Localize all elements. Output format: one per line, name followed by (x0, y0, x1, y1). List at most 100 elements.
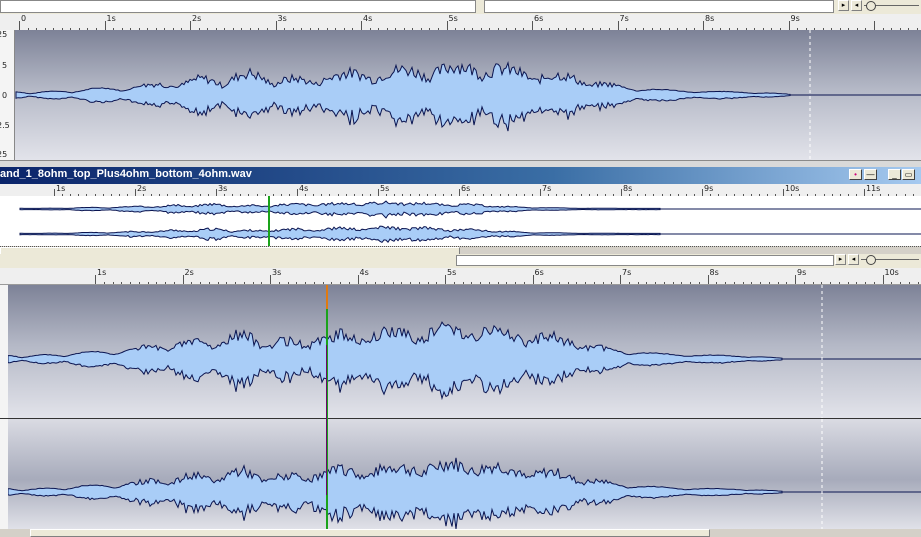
ruler-tick (275, 21, 277, 30)
ruler-tick (617, 21, 619, 30)
ruler-tick (838, 282, 840, 284)
ruler-tick (751, 282, 753, 284)
ruler-tick (462, 282, 464, 284)
ruler-tick (874, 21, 875, 30)
scroll-left-icon[interactable]: ◂ (848, 254, 859, 265)
ruler-tick (182, 275, 184, 284)
ruler-label: 6s (534, 268, 544, 277)
lower-toolbar-field[interactable] (456, 255, 834, 266)
toolbar-field[interactable] (0, 0, 476, 13)
ruler-tick (733, 282, 735, 284)
ruler-label: 1s (106, 14, 116, 23)
ruler-label: 9s (790, 14, 800, 23)
ruler-tick (361, 21, 362, 30)
ruler-label: 6s (534, 14, 544, 23)
ruler-tick (515, 282, 516, 284)
ruler-label: 6s (461, 184, 471, 193)
timeline-ruler-lower[interactable]: 1s 2s 3s 4s 5s 6s 7s 8s 9s 10s (0, 268, 921, 285)
ruler-tick (278, 282, 280, 284)
ruler-tick (252, 282, 254, 284)
ruler-tick (621, 189, 622, 196)
ruler-tick (628, 282, 630, 284)
ruler-label: 5s (447, 268, 457, 277)
ruler-label: 0 (21, 14, 27, 23)
waveform-channel-2 (8, 419, 921, 529)
ruler-tick (322, 282, 324, 284)
ruler-label: 2s (137, 184, 147, 193)
ruler-tick (340, 282, 341, 284)
scrollbar-thumb[interactable] (30, 529, 710, 537)
minimize-icon[interactable]: _ (888, 169, 901, 180)
ruler-tick (459, 189, 460, 196)
ruler-tick (270, 275, 271, 284)
playhead-cursor-purple[interactable] (326, 345, 327, 495)
ruler-tick (147, 282, 149, 284)
scroll-right-icon[interactable]: ▸ (838, 0, 849, 11)
ruler-tick (446, 21, 448, 30)
ruler-tick (760, 282, 761, 284)
ruler-tick (856, 282, 858, 284)
waveform-pane-channel-2[interactable] (0, 419, 921, 529)
ruler-tick (646, 282, 648, 284)
ruler-tick (200, 282, 201, 284)
ruler-tick (703, 21, 704, 30)
ruler-tick (523, 282, 525, 284)
ruler-tick (602, 282, 604, 284)
overview-pane[interactable] (0, 196, 921, 246)
ruler-tick (445, 275, 446, 284)
ruler-label: 9s (704, 184, 714, 193)
zoom-slider-handle[interactable] (866, 255, 876, 265)
waveform-shape (15, 60, 791, 132)
ruler-tick (130, 282, 131, 284)
ruler-tick (392, 282, 394, 284)
scroll-right-icon[interactable]: ▸ (835, 254, 846, 265)
zoom-slider-handle[interactable] (866, 1, 876, 11)
ruler-tick (698, 282, 700, 284)
ruler-tick (104, 21, 106, 30)
ruler-label: 7s (542, 184, 552, 193)
waveform-pane-channel-1[interactable] (0, 285, 921, 418)
ruler-tick (541, 282, 543, 284)
ruler-tick (873, 282, 875, 284)
ruler-tick (366, 282, 368, 284)
ruler-tick (401, 282, 403, 284)
ruler-tick (917, 282, 919, 284)
ruler-tick (216, 189, 217, 196)
ruler-tick (191, 282, 193, 284)
top-toolbar-strip: ▸ ◂ (0, 0, 921, 15)
dash-icon[interactable]: — (864, 169, 877, 180)
toolbar-field-2[interactable] (484, 0, 834, 13)
ruler-tick (471, 282, 473, 284)
waveform-shape (19, 200, 661, 219)
marker-icon[interactable]: • (849, 169, 862, 180)
restore-icon[interactable]: ▭ (902, 169, 915, 180)
ruler-tick (908, 282, 910, 284)
ruler-tick (217, 282, 219, 284)
waveform-pane-top[interactable] (0, 30, 921, 160)
ruler-label: 7s (622, 268, 632, 277)
ruler-tick (891, 282, 893, 284)
waveform-shape (8, 457, 783, 529)
ruler-tick (19, 21, 20, 30)
bottom-scrollbar[interactable] (0, 529, 921, 537)
playhead-cursor-orange[interactable] (326, 285, 328, 309)
ruler-tick (480, 282, 481, 284)
ruler-tick (725, 282, 726, 284)
ruler-tick (690, 282, 691, 284)
scroll-left-icon[interactable]: ◂ (851, 0, 862, 11)
playhead-cursor-overview[interactable] (268, 196, 270, 246)
ruler-label: 7s (619, 14, 629, 23)
ruler-label: 11s (866, 184, 881, 193)
ruler-label: 8s (705, 14, 715, 23)
window-title-bar[interactable]: and_1_8ohm_top_Plus4ohm_bottom_4ohm.wav … (0, 167, 921, 184)
ruler-tick (702, 189, 703, 196)
ruler-tick (418, 282, 420, 284)
ruler-label: 3s (272, 268, 282, 277)
ruler-tick (585, 282, 586, 284)
ruler-tick (135, 189, 136, 196)
ruler-tick (138, 282, 140, 284)
ruler-tick (427, 282, 429, 284)
amplitude-label: 2.5 (0, 121, 10, 130)
ruler-tick (576, 282, 578, 284)
timeline-ruler-top[interactable]: 0 1s 2s 3s 4s 5s 6s 7s 8s 9s (0, 14, 921, 31)
